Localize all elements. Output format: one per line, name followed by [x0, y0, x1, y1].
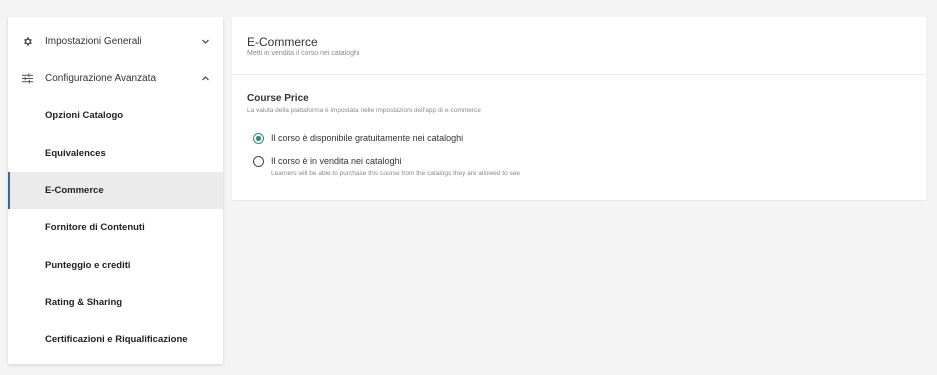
panel-header: E-Commerce Metti in vendita il corso nei… [232, 17, 926, 75]
sidebar-item-label: Certificazioni e Riqualificazione [45, 334, 188, 345]
sidebar-item-label: Punteggio e crediti [45, 260, 131, 271]
sidebar-item-label: Rating & Sharing [45, 297, 123, 308]
radio-label: Il corso è disponibile gratuitamente nei… [271, 133, 464, 143]
radio-option-for-sale[interactable]: Il corso è in vendita nei cataloghi Lear… [253, 156, 520, 177]
sidebar-item-label: Fornitore di Contenuti [45, 222, 145, 233]
sidebar-item-certificazioni[interactable]: Certificazioni e Riqualificazione [8, 321, 223, 358]
sidebar-item-e-commerce[interactable]: E-Commerce [8, 172, 223, 209]
sidebar-section-label: Impostazioni Generali [45, 36, 142, 47]
radio-option-free[interactable]: Il corso è disponibile gratuitamente nei… [253, 133, 463, 144]
sidebar-section-label: Configurazione Avanzata [45, 73, 157, 84]
sidebar-item-equivalences[interactable]: Equivalences [8, 135, 223, 172]
sliders-icon [21, 73, 33, 85]
sidebar-item-label: Opzioni Catalogo [45, 110, 124, 121]
course-price-subtitle: La valuta della piattaforma è impostata … [247, 107, 481, 114]
sidebar-item-punteggio-e-crediti[interactable]: Punteggio e crediti [8, 247, 223, 284]
chevron-down-icon [201, 39, 209, 45]
radio-button[interactable] [253, 156, 264, 167]
page-subtitle: Metti in vendita il corso nei cataloghi [247, 50, 360, 57]
sidebar-item-opzioni-catalogo[interactable]: Opzioni Catalogo [8, 97, 223, 134]
ecommerce-panel: E-Commerce Metti in vendita il corso nei… [232, 17, 926, 200]
sidebar-item-rating-sharing[interactable]: Rating & Sharing [8, 284, 223, 321]
sidebar-section-general[interactable]: Impostazioni Generali [8, 23, 223, 60]
radio-description: Learners will be able to purchase this c… [271, 170, 520, 177]
sidebar-item-fornitore-di-contenuti[interactable]: Fornitore di Contenuti [8, 209, 223, 246]
settings-sidebar: Impostazioni Generali Configurazione Ava… [8, 17, 223, 364]
gear-icon [21, 36, 33, 48]
radio-button-checked[interactable] [253, 133, 264, 144]
chevron-up-icon [201, 76, 209, 82]
sidebar-item-label: E-Commerce [45, 185, 104, 196]
sidebar-item-label: Equivalences [45, 148, 106, 159]
course-price-title: Course Price [247, 93, 309, 104]
sidebar-section-advanced[interactable]: Configurazione Avanzata [8, 60, 223, 97]
page-title: E-Commerce [247, 35, 318, 49]
radio-label: Il corso è in vendita nei cataloghi [271, 156, 402, 166]
